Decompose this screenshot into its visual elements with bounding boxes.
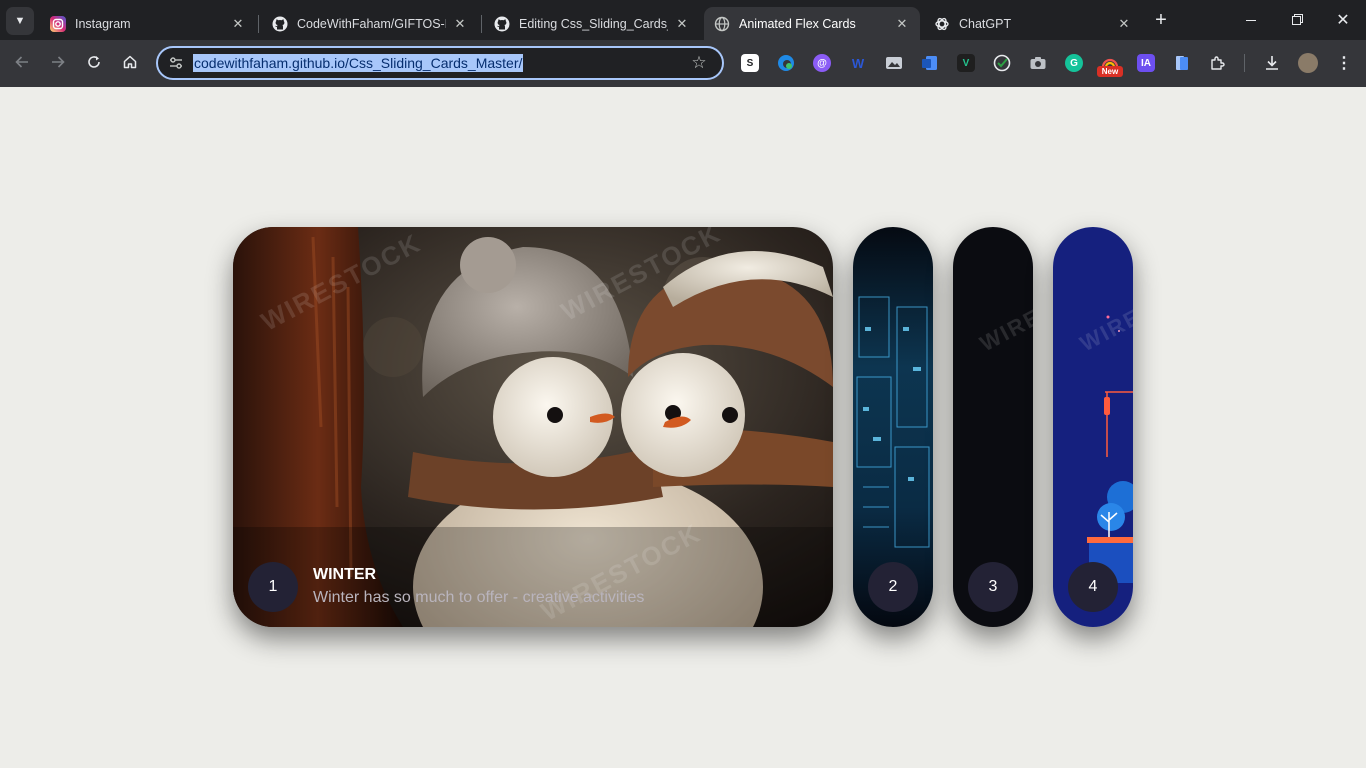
tab-editing[interactable]: Editing Css_Sliding_Cards_M ✕	[484, 7, 700, 40]
at-extension-icon[interactable]: @	[813, 54, 831, 72]
reload-icon	[86, 54, 102, 75]
address-url[interactable]: codewithfaham.github.io/Css_Sliding_Card…	[193, 54, 524, 72]
github-icon	[494, 16, 510, 32]
browser-toolbar: codewithfaham.github.io/Css_Sliding_Card…	[0, 40, 1366, 87]
forward-button[interactable]	[45, 51, 71, 77]
chatgpt-icon	[934, 16, 950, 32]
tab-strip: ▼ Instagram ✕ CodeWithFaham/GIFTOS-DY ✕ …	[0, 0, 1366, 40]
card-4[interactable]: WIRESTOCK 4	[1053, 227, 1133, 627]
new-badge: New	[1097, 66, 1123, 77]
card-row: 2	[868, 562, 918, 612]
minimize-icon	[1246, 19, 1256, 21]
ia-extension-icon[interactable]: IA	[1137, 54, 1155, 72]
card-number: 1	[248, 562, 298, 612]
download-icon[interactable]	[1263, 54, 1281, 72]
restore-button[interactable]	[1274, 4, 1320, 36]
plus-icon: +	[1155, 9, 1167, 31]
back-button[interactable]	[9, 51, 35, 77]
camera-extension-icon[interactable]	[1029, 54, 1047, 72]
tab-separator	[481, 15, 482, 33]
instagram-icon	[50, 15, 66, 32]
tab-title: Animated Flex Cards	[739, 16, 856, 31]
word-extension-icon[interactable]	[921, 54, 939, 72]
close-window-button[interactable]: ✕	[1320, 4, 1366, 36]
card-description: WINTER Winter has so much to offer - cre…	[313, 565, 644, 609]
tab-title: Instagram	[75, 16, 131, 31]
s-extension-icon[interactable]: S	[741, 54, 759, 72]
reload-button[interactable]	[81, 51, 107, 77]
tab-title: ChatGPT	[959, 16, 1012, 31]
tab-title: CodeWithFaham/GIFTOS-DY	[297, 16, 446, 31]
v-extension-icon[interactable]: V	[957, 54, 975, 72]
profile-avatar[interactable]	[1298, 53, 1318, 73]
page-viewport: WIRESTOCK WIRESTOCK WIRESTOCK 1 WINTER W…	[0, 87, 1366, 768]
edge-extension-icon[interactable]	[777, 54, 795, 72]
toolbar-separator	[1244, 54, 1245, 72]
close-tab-icon[interactable]: ✕	[1116, 16, 1132, 32]
new-tab-button[interactable]: +	[1150, 9, 1172, 31]
arrow-left-icon	[14, 54, 30, 75]
card-winter[interactable]: WIRESTOCK WIRESTOCK WIRESTOCK 1 WINTER W…	[233, 227, 833, 627]
watermark: WIRESTOCK	[975, 262, 1033, 357]
card-row: 1 WINTER Winter has so much to offer - c…	[248, 562, 644, 612]
card-number: 3	[968, 562, 1018, 612]
address-bar[interactable]: codewithfaham.github.io/Css_Sliding_Card…	[156, 46, 724, 80]
site-info-icon[interactable]	[168, 55, 184, 71]
bookmark-star-icon[interactable]: ☆	[690, 54, 708, 72]
home-icon	[122, 54, 138, 75]
card-number: 4	[1068, 562, 1118, 612]
w-extension-icon[interactable]: W	[849, 54, 867, 72]
check-extension-icon[interactable]	[993, 54, 1011, 72]
card-number: 2	[868, 562, 918, 612]
close-tab-icon[interactable]: ✕	[894, 16, 910, 32]
home-button[interactable]	[117, 51, 143, 77]
docs-extension-icon[interactable]	[1173, 54, 1191, 72]
close-icon: ✕	[1336, 12, 1350, 29]
cards-container: WIRESTOCK WIRESTOCK WIRESTOCK 1 WINTER W…	[233, 227, 1133, 627]
tab-search-button[interactable]: ▼	[6, 7, 34, 35]
tab-chatgpt[interactable]: ChatGPT ✕	[924, 7, 1142, 40]
tab-giftos[interactable]: CodeWithFaham/GIFTOS-DY ✕	[262, 7, 478, 40]
github-icon	[272, 16, 288, 32]
card-row: 4	[1068, 562, 1118, 612]
tab-title: Editing Css_Sliding_Cards_M	[519, 16, 668, 31]
close-tab-icon[interactable]: ✕	[674, 16, 690, 32]
card-2[interactable]: 2	[853, 227, 933, 627]
more-menu-icon[interactable]: ⋮	[1335, 54, 1353, 72]
extensions-puzzle-icon[interactable]	[1209, 54, 1227, 72]
close-tab-icon[interactable]: ✕	[230, 16, 246, 32]
card-row: 3	[968, 562, 1018, 612]
chevron-down-icon: ▼	[14, 15, 26, 27]
card-3[interactable]: WIRESTOCK 3	[953, 227, 1033, 627]
card-subtitle: Winter has so much to offer - creative a…	[313, 589, 645, 606]
card-title: WINTER	[313, 566, 377, 583]
close-tab-icon[interactable]: ✕	[452, 16, 468, 32]
restore-icon	[1291, 12, 1303, 28]
photo-extension-icon[interactable]	[885, 54, 903, 72]
globe-icon	[714, 16, 730, 32]
tab-instagram[interactable]: Instagram ✕	[40, 7, 256, 40]
grammarly-extension-icon[interactable]: G	[1065, 54, 1083, 72]
tab-animated-flex-cards[interactable]: Animated Flex Cards ✕	[704, 7, 920, 40]
minimize-button[interactable]	[1228, 4, 1274, 36]
tab-separator	[258, 15, 259, 33]
arrow-right-icon	[50, 54, 66, 75]
